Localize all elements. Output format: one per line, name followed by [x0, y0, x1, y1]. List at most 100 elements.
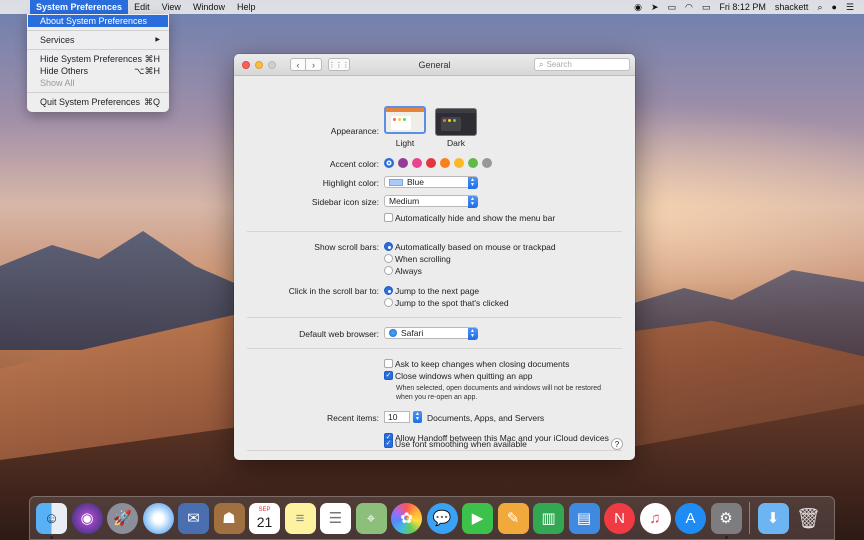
- font-smoothing-checkbox[interactable]: ✓: [384, 439, 393, 448]
- forward-button[interactable]: ›: [306, 58, 322, 71]
- facetime-icon[interactable]: ▶: [462, 502, 493, 534]
- menu-window[interactable]: Window: [187, 0, 231, 14]
- scroll-auto-radio[interactable]: [384, 242, 393, 251]
- highlight-color-value: Blue: [407, 177, 425, 187]
- accent-yellow[interactable]: [454, 158, 464, 168]
- close-windows-checkbox[interactable]: ✓: [384, 371, 393, 380]
- location-icon[interactable]: ➤: [651, 2, 659, 13]
- menu-separator: [27, 92, 169, 93]
- scroll-when-radio[interactable]: [384, 254, 393, 263]
- auto-hide-menu-label: Automatically hide and show the menu bar: [395, 213, 556, 223]
- dark-thumb-dots: [443, 119, 456, 122]
- show-all-button[interactable]: ⋮⋮⋮: [328, 58, 350, 71]
- default-browser-popup[interactable]: Safari ▲ ▼: [384, 327, 478, 340]
- search-input[interactable]: [546, 60, 625, 69]
- click-spot-radio[interactable]: [384, 298, 393, 307]
- appearance-dark-option[interactable]: [435, 108, 477, 136]
- numbers-icon[interactable]: ▥: [533, 502, 564, 534]
- default-browser-label: Default web browser:: [299, 329, 379, 339]
- dock-divider: [749, 502, 750, 534]
- menu-edit[interactable]: Edit: [128, 0, 156, 14]
- news-icon[interactable]: N: [604, 502, 635, 534]
- safari-icon[interactable]: ✦: [142, 502, 174, 534]
- section-divider: [247, 450, 622, 451]
- scroll-auto-label: Automatically based on mouse or trackpad: [395, 242, 556, 252]
- keynote-icon[interactable]: ▤: [568, 502, 600, 534]
- trash-icon[interactable]: 🗑: [793, 503, 824, 534]
- click-next-page-label: Jump to the next page: [395, 286, 480, 296]
- sidebar-icon-size-popup[interactable]: Medium ▲ ▼: [384, 195, 478, 208]
- airplay-icon[interactable]: ▭: [668, 2, 677, 13]
- menu-separator: [27, 30, 169, 31]
- launchpad-icon[interactable]: 🚀: [107, 502, 138, 534]
- light-thumb-dots: [393, 118, 406, 121]
- minimize-button[interactable]: [255, 60, 263, 69]
- accent-blue[interactable]: [384, 158, 394, 168]
- running-indicator: [50, 535, 53, 539]
- accent-red[interactable]: [426, 158, 436, 168]
- click-next-page-radio[interactable]: [384, 286, 393, 295]
- menu-item-hide-others[interactable]: Hide Others ⌥⌘H: [27, 65, 169, 77]
- calendar-icon[interactable]: SEP 21: [249, 502, 280, 534]
- clock[interactable]: Fri 8:12 PM: [719, 2, 766, 12]
- auto-hide-menu-checkbox[interactable]: [384, 213, 393, 222]
- recent-items-stepper[interactable]: ▲ ▼: [413, 411, 422, 423]
- notes-icon[interactable]: ≡: [284, 502, 316, 534]
- highlight-color-popup[interactable]: Blue ▲ ▼: [384, 176, 478, 189]
- siri-menu-icon[interactable]: ◉: [634, 2, 642, 13]
- accent-graphite[interactable]: [482, 158, 492, 168]
- mail-icon[interactable]: ✉: [178, 502, 209, 534]
- font-smoothing-label: Use font smoothing when available: [395, 439, 527, 449]
- search-field[interactable]: ⌕: [534, 58, 630, 71]
- safari-icon: [389, 329, 397, 337]
- back-button[interactable]: ‹: [290, 58, 306, 71]
- accent-green[interactable]: [468, 158, 478, 168]
- messages-icon[interactable]: 💬: [426, 502, 458, 534]
- help-button[interactable]: ?: [611, 438, 623, 450]
- pages-icon[interactable]: ✎: [497, 502, 529, 534]
- grid-icon: ⋮⋮⋮: [328, 61, 350, 69]
- popup-arrows-icon: ▲ ▼: [467, 176, 478, 189]
- menu-item-about[interactable]: About System Preferences: [28, 15, 168, 27]
- accent-orange[interactable]: [440, 158, 450, 168]
- finder-icon[interactable]: ☺: [36, 502, 67, 539]
- app-menu-dropdown: About System Preferences Services ▶ Hide …: [27, 14, 169, 112]
- dark-thumb-bar: [436, 109, 476, 113]
- wifi-icon[interactable]: ◠: [685, 2, 693, 13]
- zoom-button[interactable]: [268, 60, 276, 69]
- search-icon[interactable]: ⌕: [817, 2, 822, 13]
- maps-icon[interactable]: ⌖: [355, 502, 387, 534]
- title-bar[interactable]: ‹ › ⋮⋮⋮ General ⌕: [234, 54, 635, 76]
- menu-item-quit[interactable]: Quit System Preferences ⌘Q: [27, 96, 169, 108]
- ask-keep-changes-label: Ask to keep changes when closing documen…: [395, 359, 570, 369]
- accent-purple[interactable]: [398, 158, 408, 168]
- appearance-light-option[interactable]: [384, 106, 426, 134]
- menu-view[interactable]: View: [156, 0, 187, 14]
- contacts-icon[interactable]: ☗: [213, 502, 245, 534]
- close-windows-label: Close windows when quitting an app: [395, 371, 533, 381]
- menu-item-show-all-label: Show All: [40, 78, 75, 88]
- recent-items-field[interactable]: 10: [384, 411, 410, 423]
- menu-help[interactable]: Help: [231, 0, 262, 14]
- scroll-always-radio[interactable]: [384, 266, 393, 275]
- app-store-icon[interactable]: A: [675, 502, 706, 534]
- user-name[interactable]: shackett: [775, 2, 809, 12]
- siri-icon[interactable]: ●: [831, 2, 836, 12]
- music-icon[interactable]: ♫: [639, 502, 671, 534]
- system-preferences-icon[interactable]: ⚙: [710, 502, 742, 539]
- general-preferences-window: ‹ › ⋮⋮⋮ General ⌕ Appearance: Light Dark…: [234, 54, 635, 460]
- downloads-folder-icon[interactable]: ⬇: [757, 502, 789, 534]
- close-button[interactable]: [242, 60, 250, 69]
- siri-icon[interactable]: ◉: [71, 502, 103, 534]
- recent-items-label: Recent items:: [327, 413, 379, 423]
- close-windows-note: When selected, open documents and window…: [396, 385, 602, 401]
- accent-pink[interactable]: [412, 158, 422, 168]
- notification-center-icon[interactable]: ☰: [846, 2, 854, 13]
- reminders-icon[interactable]: ☰: [320, 502, 351, 534]
- menu-item-hide[interactable]: Hide System Preferences ⌘H: [27, 53, 169, 65]
- ask-keep-changes-checkbox[interactable]: [384, 359, 393, 368]
- menu-system-preferences[interactable]: System Preferences: [30, 0, 129, 14]
- battery-icon[interactable]: ▭: [702, 2, 711, 13]
- photos-icon[interactable]: ✿: [391, 502, 422, 534]
- menu-item-services[interactable]: Services ▶: [27, 34, 169, 46]
